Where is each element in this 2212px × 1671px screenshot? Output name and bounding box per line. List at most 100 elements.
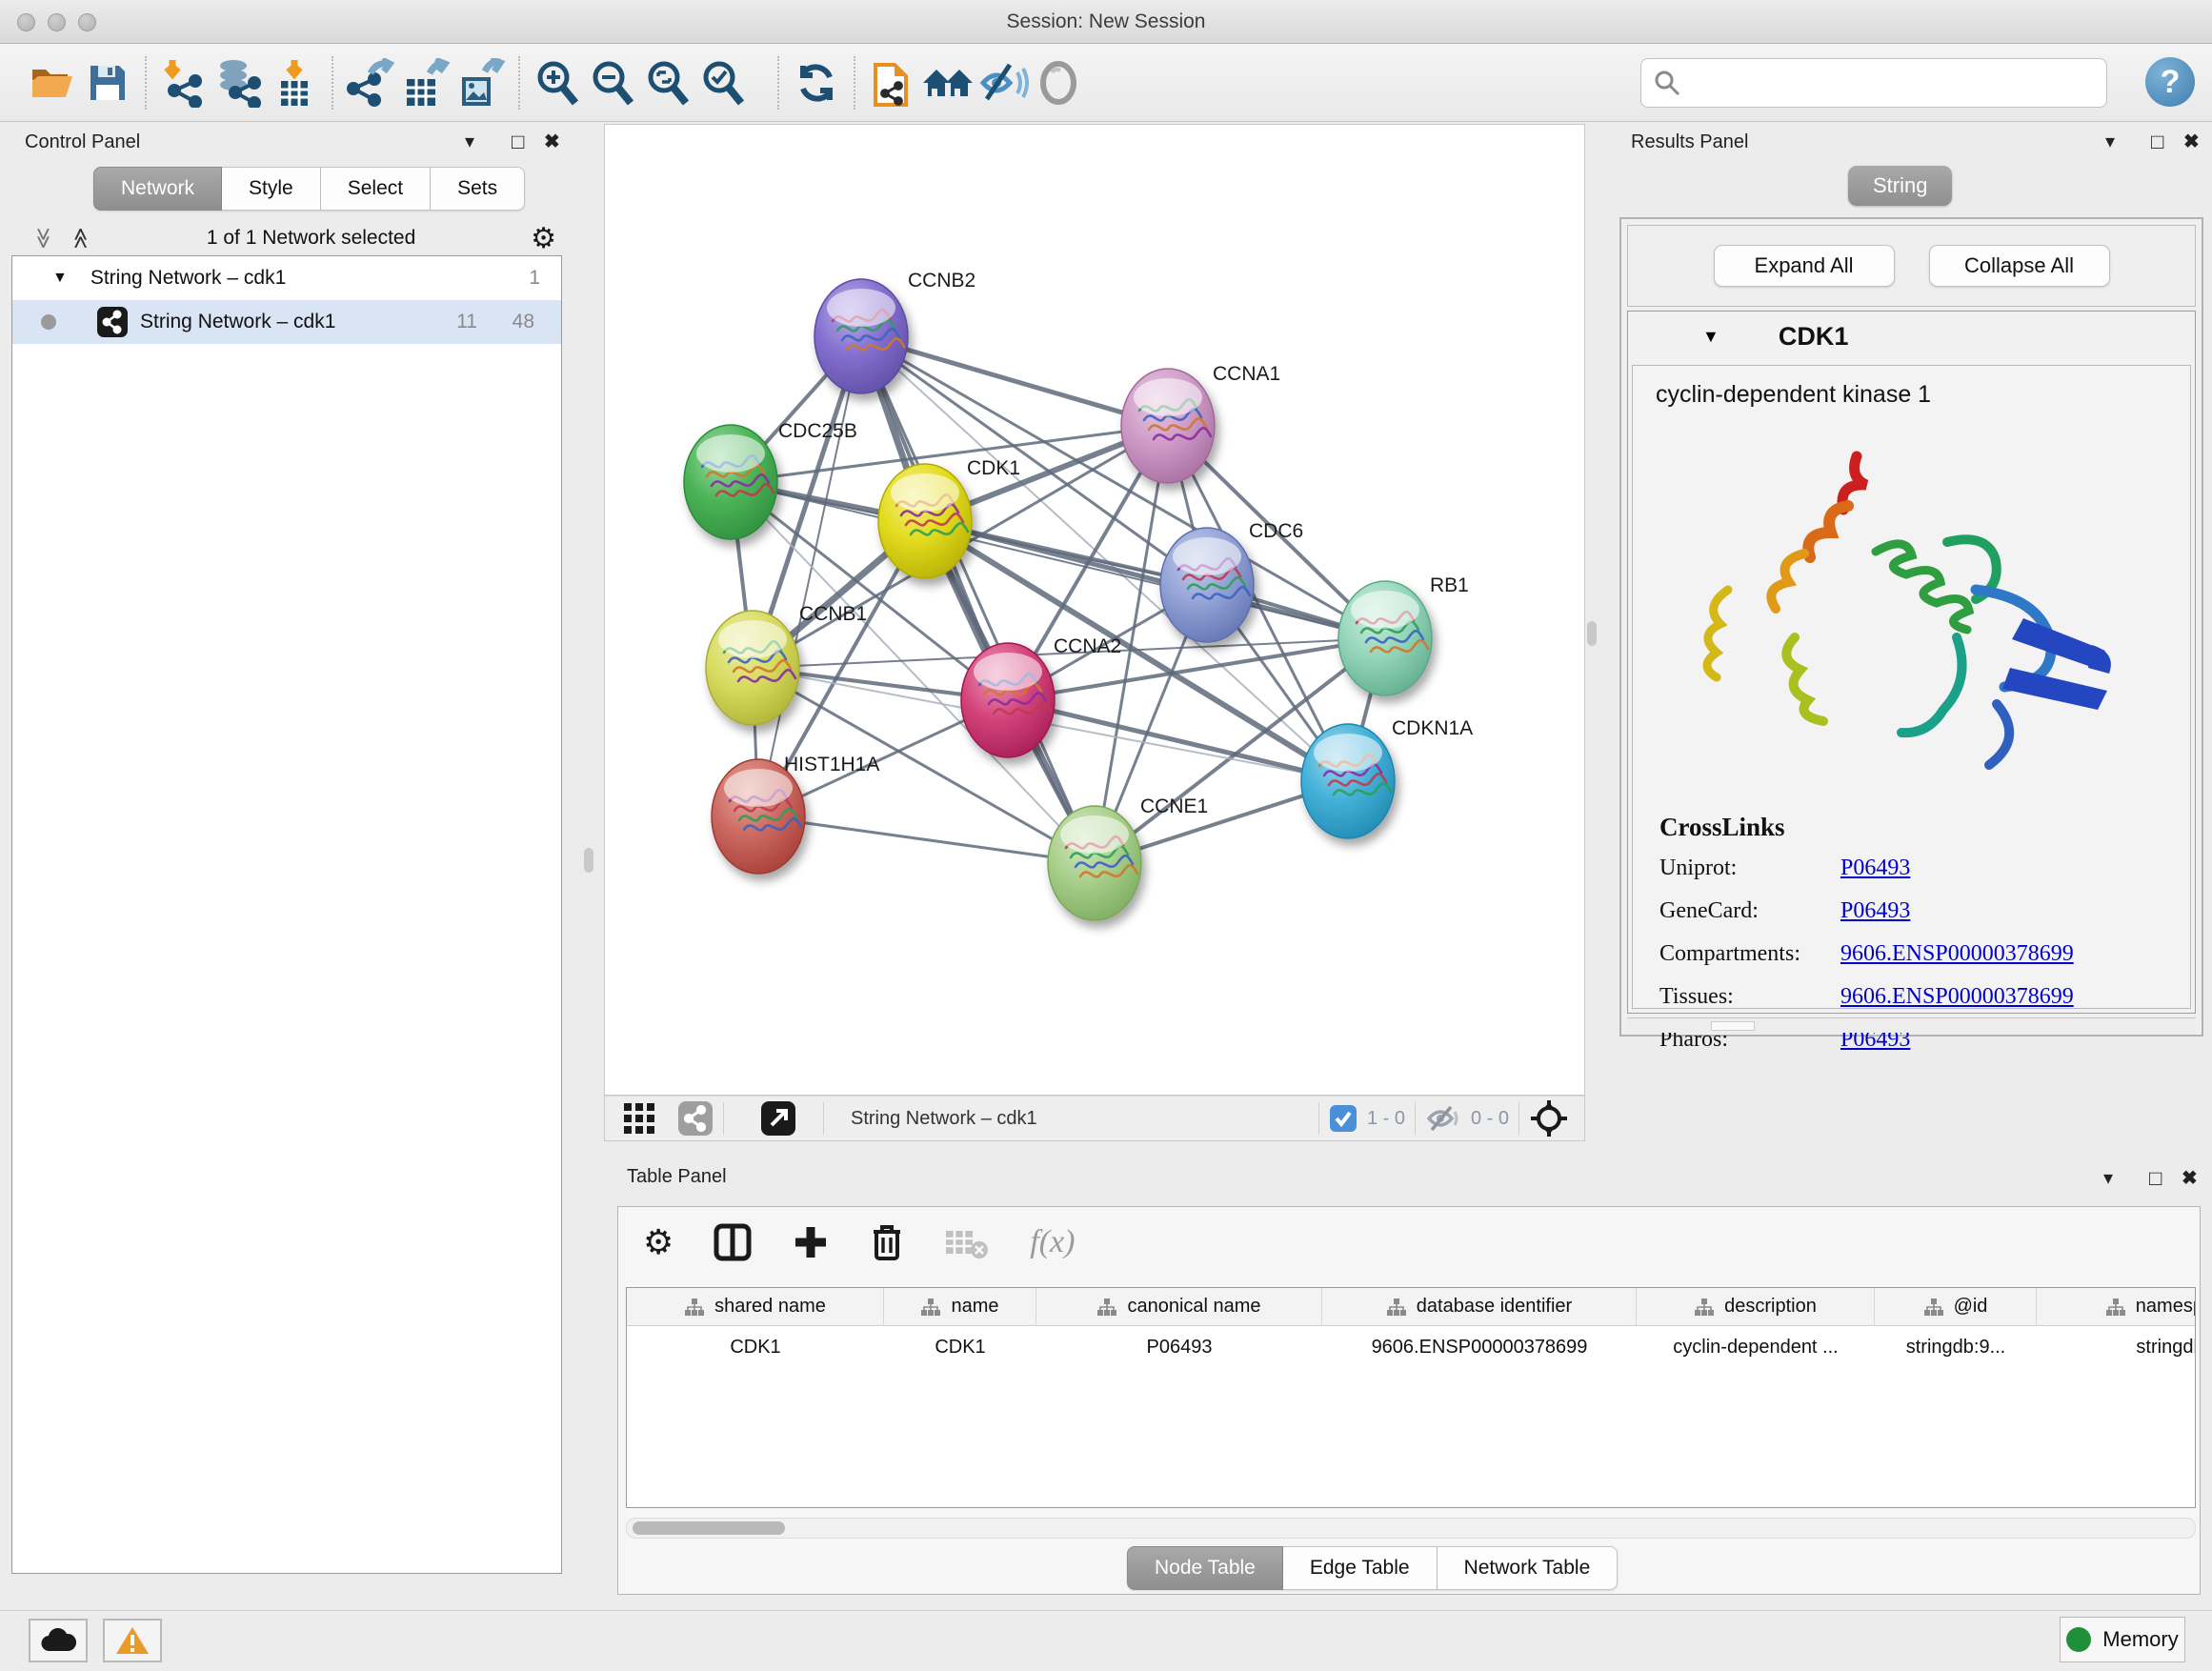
search-text-field[interactable] [1689, 70, 2089, 95]
network-options-gear-icon[interactable]: ⚙ [531, 222, 556, 255]
zoom-selected-button[interactable] [695, 55, 751, 111]
network-node-ccne1[interactable]: CCNE1 [1048, 795, 1208, 920]
network-edge[interactable] [758, 336, 861, 816]
results-scrollbar-track[interactable] [1627, 1017, 2196, 1033]
column-header-name[interactable]: name [884, 1288, 1036, 1325]
network-node-cdkn1a[interactable]: CDKN1A [1301, 717, 1473, 838]
table-cell[interactable]: stringdb [2037, 1326, 2196, 1368]
control-panel-close-button[interactable]: ✖ [544, 130, 560, 153]
network-row[interactable]: String Network – cdk1 11 48 [12, 300, 561, 344]
control-panel-float-button[interactable]: ▾ [465, 130, 474, 153]
tab-edge-table[interactable]: Edge Table [1283, 1546, 1438, 1590]
open-session-button[interactable] [25, 55, 80, 111]
table-scrollbar-thumb[interactable] [633, 1521, 785, 1535]
column-header-shared-name[interactable]: shared name [627, 1288, 884, 1325]
export-image-button[interactable] [453, 55, 509, 111]
crosslink-compartments-link[interactable]: 9606.ENSP00000378699 [1840, 941, 2074, 967]
tab-sets[interactable]: Sets [431, 167, 525, 211]
column-header-database-identifier[interactable]: database identifier [1322, 1288, 1637, 1325]
table-cell[interactable]: CDK1 [884, 1326, 1036, 1368]
zoom-out-button[interactable] [585, 55, 640, 111]
selected-checkbox-icon[interactable] [1329, 1104, 1357, 1133]
table-cell[interactable]: stringdb:9... [1875, 1326, 2037, 1368]
results-scrollbar-thumb[interactable] [1711, 1021, 1755, 1031]
network-node-ccna1[interactable]: CCNA1 [1121, 363, 1280, 483]
show-homes-button[interactable] [920, 55, 975, 111]
crosslink-uniprot-link[interactable]: P06493 [1840, 856, 1910, 881]
tab-network-table[interactable]: Network Table [1438, 1546, 1619, 1590]
help-button[interactable]: ? [2145, 57, 2195, 107]
right-splitter-handle[interactable] [1587, 621, 1597, 646]
expand-all-chevrons-icon[interactable]: ≫ [69, 227, 93, 249]
import-network-button[interactable] [156, 55, 211, 111]
show-glass-eye-button[interactable] [1031, 55, 1086, 111]
collapse-triangle-icon[interactable]: ▼ [52, 270, 68, 287]
table-panel-maximize-button[interactable]: □ [2149, 1166, 2162, 1191]
network-node-hist1h1a[interactable]: HIST1H1A [712, 754, 879, 874]
column-header-canonical-name[interactable]: canonical name [1036, 1288, 1322, 1325]
column-header--id[interactable]: @id [1875, 1288, 2037, 1325]
network-node-cdc6[interactable]: CDC6 [1160, 520, 1303, 642]
network-edge[interactable] [925, 521, 1385, 638]
fit-selected-crosshair-icon[interactable] [1529, 1098, 1569, 1138]
memory-button[interactable]: Memory [2060, 1617, 2185, 1662]
delete-column-trash-icon[interactable] [870, 1222, 904, 1262]
save-session-button[interactable] [80, 55, 135, 111]
expand-all-button[interactable]: Expand All [1714, 245, 1895, 287]
table-cell[interactable]: 9606.ENSP00000378699 [1322, 1326, 1637, 1368]
tab-network[interactable]: Network [93, 167, 222, 211]
table-panel-float-button[interactable]: ▾ [2103, 1166, 2113, 1190]
show-columns-icon[interactable] [714, 1223, 752, 1261]
network-edge[interactable] [758, 816, 1095, 863]
network-node-ccnb2[interactable]: CCNB2 [814, 270, 975, 393]
table-options-gear-icon[interactable]: ⚙ [643, 1222, 674, 1262]
tab-node-table[interactable]: Node Table [1127, 1546, 1283, 1590]
collapse-all-chevrons-icon[interactable]: ≫ [31, 227, 56, 249]
table-cell[interactable]: CDK1 [627, 1326, 884, 1368]
zoom-fit-button[interactable] [640, 55, 695, 111]
zoom-in-button[interactable] [530, 55, 585, 111]
tab-style[interactable]: Style [222, 167, 321, 211]
network-node-rb1[interactable]: RB1 [1338, 574, 1469, 695]
collapse-all-button[interactable]: Collapse All [1929, 245, 2110, 287]
warnings-button[interactable] [103, 1619, 162, 1662]
minimize-window-button[interactable] [48, 13, 66, 31]
table-row[interactable]: CDK1CDK1P064939606.ENSP00000378699cyclin… [627, 1326, 2195, 1368]
network-badge-icon[interactable] [677, 1100, 714, 1137]
crosslink-genecard-link[interactable]: P06493 [1840, 898, 1910, 924]
import-network-from-database-button[interactable] [211, 55, 267, 111]
table-cell[interactable]: cyclin-dependent ... [1637, 1326, 1875, 1368]
apply-layout-button[interactable] [789, 55, 844, 111]
node-card-header[interactable]: ▼ CDK1 [1628, 312, 2195, 361]
node-table[interactable]: shared namenamecanonical namedatabase id… [626, 1287, 2196, 1508]
table-cell[interactable]: P06493 [1036, 1326, 1322, 1368]
network-from-document-button[interactable] [865, 55, 920, 111]
export-table-button[interactable] [398, 55, 453, 111]
network-node-cdk1[interactable]: CDK1 [878, 457, 1020, 578]
zoom-window-button[interactable] [78, 13, 96, 31]
control-panel-maximize-button[interactable]: □ [512, 130, 524, 154]
crosslink-tissues-link[interactable]: 9606.ENSP00000378699 [1840, 984, 2074, 1010]
network-graph[interactable]: CCNB2CCNA1CDC25BCDK1CDC6RB1CCNB1CCNA2CDK… [605, 125, 1584, 1095]
results-panel-close-button[interactable]: ✖ [2183, 130, 2200, 153]
import-table-button[interactable] [267, 55, 322, 111]
open-in-new-window-icon[interactable] [760, 1100, 796, 1137]
hidden-eye-icon[interactable] [1425, 1104, 1461, 1133]
left-splitter-handle[interactable] [584, 848, 593, 873]
cloud-status-button[interactable] [29, 1619, 88, 1662]
tab-select[interactable]: Select [321, 167, 431, 211]
table-horizontal-scrollbar[interactable] [626, 1518, 2196, 1539]
search-input[interactable] [1640, 58, 2107, 108]
results-panel-float-button[interactable]: ▾ [2105, 130, 2115, 153]
results-tab-string[interactable]: String [1848, 166, 1952, 206]
close-window-button[interactable] [17, 13, 35, 31]
network-edge[interactable] [861, 336, 1095, 863]
table-panel-close-button[interactable]: ✖ [2182, 1166, 2198, 1190]
column-header-description[interactable]: description [1637, 1288, 1875, 1325]
network-canvas[interactable]: CCNB2CCNA1CDC25BCDK1CDC6RB1CCNB1CCNA2CDK… [604, 124, 1585, 1096]
results-panel-maximize-button[interactable]: □ [2151, 130, 2163, 154]
network-collection-row[interactable]: ▼ String Network – cdk1 1 [12, 256, 561, 300]
collapse-triangle-icon[interactable]: ▼ [1702, 327, 1719, 347]
birds-eye-grid-icon[interactable] [622, 1101, 656, 1136]
add-column-plus-icon[interactable] [792, 1223, 830, 1261]
